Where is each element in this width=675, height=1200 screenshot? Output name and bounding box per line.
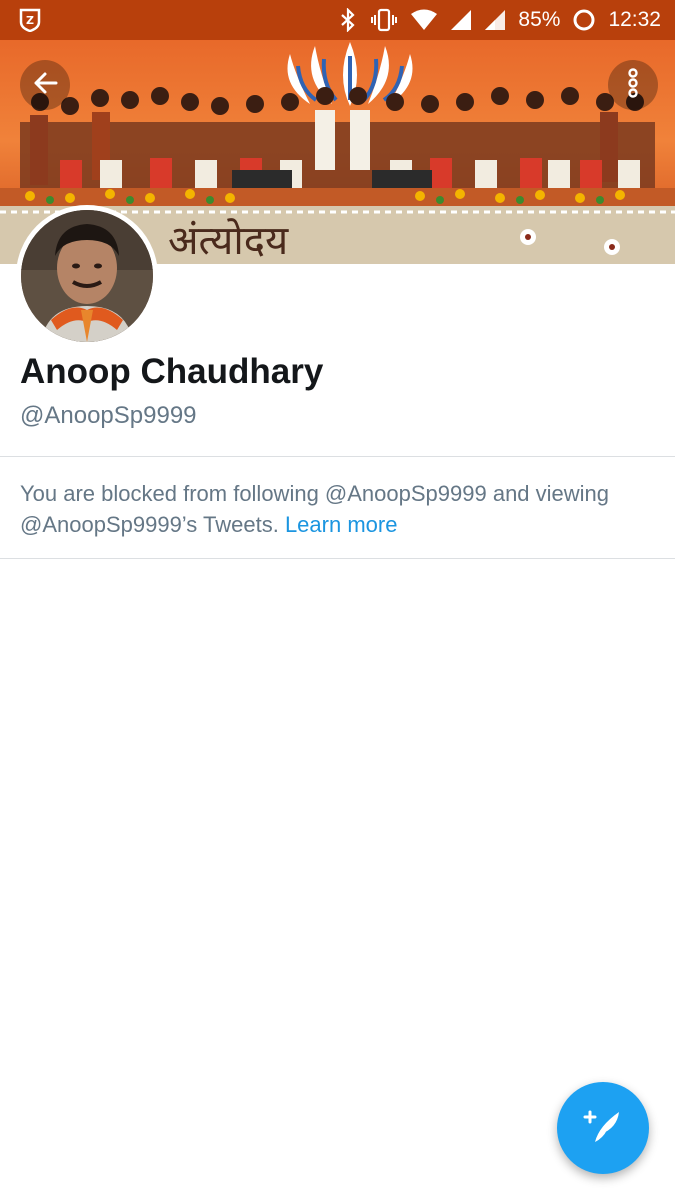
wifi-icon bbox=[410, 9, 438, 31]
compose-tweet-button[interactable] bbox=[557, 1082, 649, 1174]
clock: 12:32 bbox=[608, 8, 661, 31]
compose-tweet-icon bbox=[581, 1104, 625, 1153]
blocked-notice: You are blocked from following @AnoopSp9… bbox=[20, 478, 660, 540]
divider bbox=[0, 558, 675, 559]
avatar-photo bbox=[21, 210, 153, 342]
profile-handle: @AnoopSp9999 bbox=[20, 402, 197, 429]
avatar[interactable] bbox=[16, 205, 158, 347]
status-bar: Z 85% 12:32 bbox=[0, 0, 675, 40]
app-badge-icon: Z bbox=[18, 8, 42, 32]
banner-text: अंत्योदय bbox=[168, 218, 289, 264]
more-vertical-icon bbox=[626, 67, 640, 103]
svg-text:Z: Z bbox=[26, 14, 34, 27]
divider bbox=[0, 456, 675, 457]
back-button[interactable] bbox=[20, 60, 70, 110]
battery-ring-icon bbox=[572, 8, 596, 32]
more-options-button[interactable] bbox=[608, 60, 658, 110]
battery-percent: 85% bbox=[518, 8, 561, 31]
cell-signal-icon bbox=[484, 9, 506, 31]
profile-name: Anoop Chaudhary bbox=[20, 352, 324, 391]
vibrate-icon bbox=[370, 8, 398, 32]
learn-more-link[interactable]: Learn more bbox=[285, 512, 398, 537]
arrow-left-icon bbox=[32, 70, 58, 101]
bluetooth-icon bbox=[338, 8, 358, 32]
cell-signal-icon bbox=[450, 9, 472, 31]
